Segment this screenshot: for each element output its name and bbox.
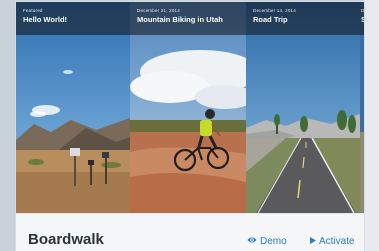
post-panel-1: Featured Hello World! bbox=[16, 2, 130, 213]
post-category-4: D bbox=[361, 8, 364, 13]
post-caption-1: Featured Hello World! bbox=[16, 2, 130, 35]
post-category-1: Featured bbox=[23, 8, 43, 13]
post-title-4: S bbox=[361, 15, 364, 24]
post-caption-2: December 21, 2014 Mountain Biking in Uta… bbox=[130, 2, 246, 35]
post-category-2: December 21, 2014 bbox=[137, 8, 180, 13]
post-title-2: Mountain Biking in Utah bbox=[137, 15, 223, 24]
play-icon bbox=[310, 236, 316, 247]
demo-button[interactable]: Demo bbox=[247, 236, 287, 247]
post-category-3: December 14, 2014 bbox=[253, 8, 296, 13]
theme-card[interactable]: Featured Hello World! December 21, 2014 … bbox=[16, 2, 364, 251]
demo-label: Demo bbox=[260, 236, 287, 247]
post-panel-2: December 21, 2014 Mountain Biking in Uta… bbox=[130, 2, 246, 213]
eye-icon bbox=[247, 236, 257, 247]
post-title-3: Road Trip bbox=[253, 15, 288, 24]
post-panel-4: D S bbox=[360, 2, 364, 213]
theme-footer: Boardwalk Demo Activate bbox=[16, 213, 364, 251]
post-caption-3: December 14, 2014 Road Trip bbox=[246, 2, 360, 35]
post-caption-4: D S bbox=[360, 2, 364, 35]
theme-screenshot: Featured Hello World! December 21, 2014 … bbox=[16, 2, 364, 213]
background-edge bbox=[364, 0, 379, 251]
activate-button[interactable]: Activate bbox=[310, 236, 355, 247]
post-title-1: Hello World! bbox=[23, 15, 68, 24]
activate-label: Activate bbox=[319, 236, 355, 247]
post-panel-3: December 14, 2014 Road Trip bbox=[246, 2, 360, 213]
theme-name: Boardwalk bbox=[28, 231, 104, 248]
